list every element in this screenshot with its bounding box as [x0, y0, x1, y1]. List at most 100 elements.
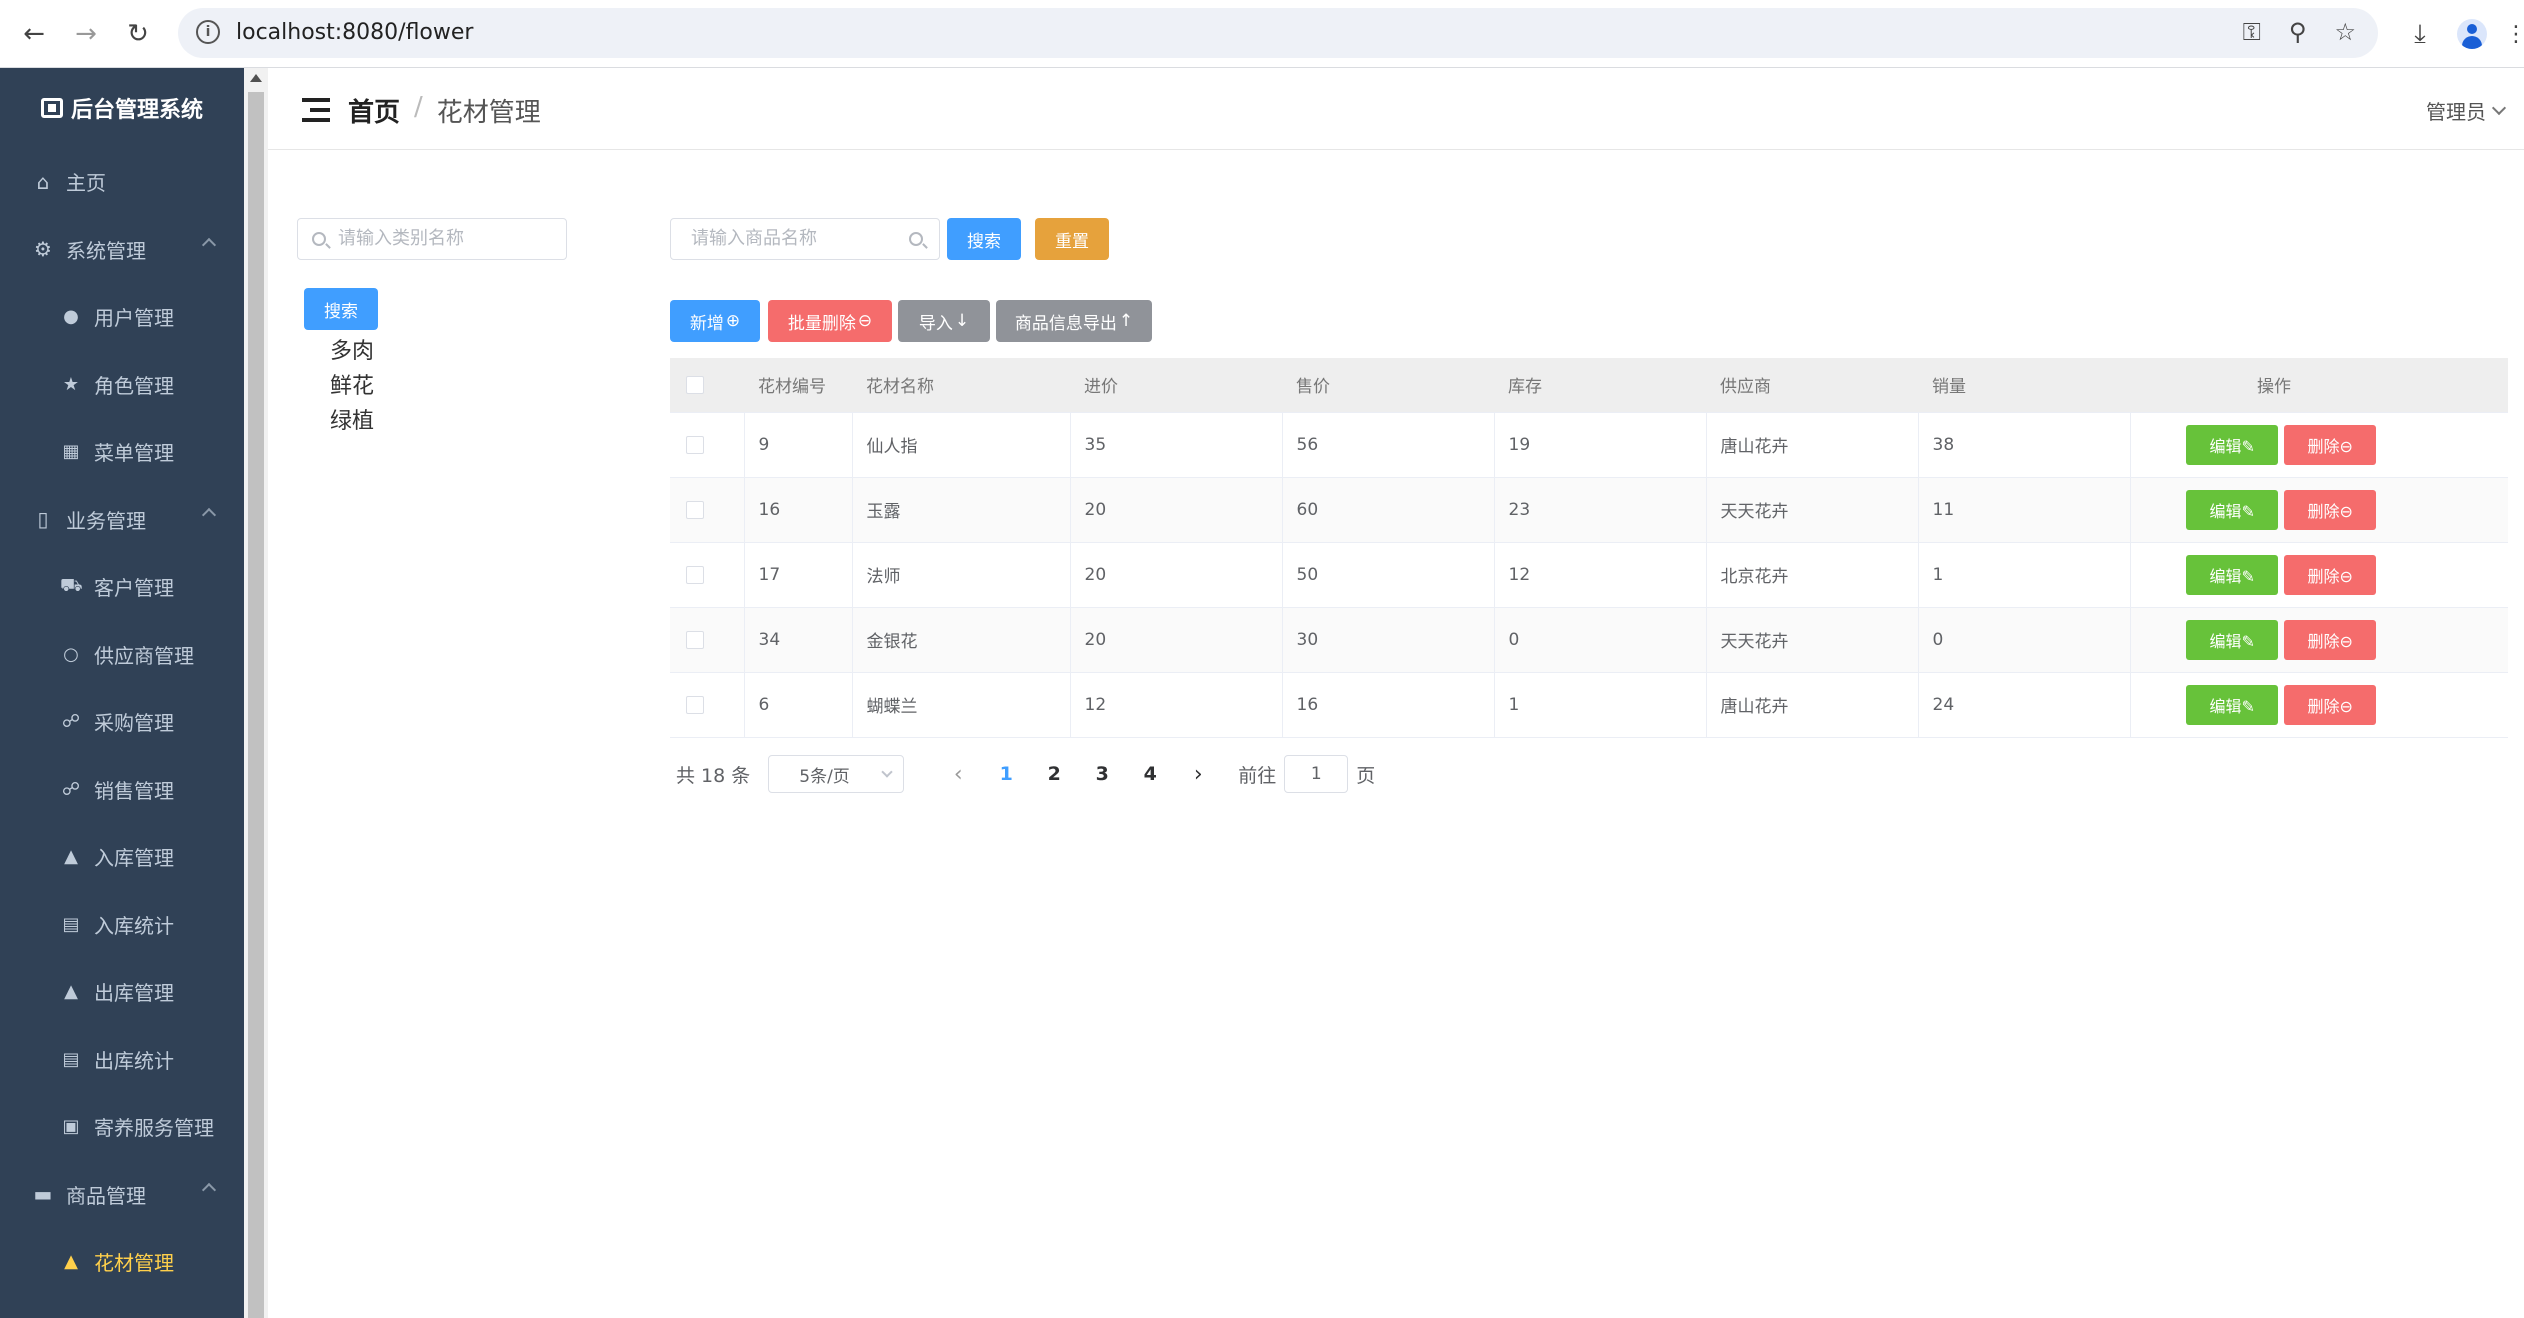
column-header: 库存	[1494, 358, 1706, 413]
row-checkbox[interactable]	[686, 630, 704, 649]
circle-minus-icon: ⊖	[2339, 501, 2353, 521]
address-bar[interactable]: i localhost:8080/flower ⚿ ⚲ ☆	[178, 8, 2378, 58]
batch-delete-button[interactable]: 批量删除 ⊖	[768, 300, 892, 342]
table-cell: 34	[744, 607, 853, 673]
column-header: 进价	[1070, 358, 1282, 413]
add-button-label: 新增	[689, 313, 724, 334]
delete-button[interactable]: 删除⊖	[2284, 489, 2377, 530]
table-cell: 0	[1918, 607, 2131, 673]
prev-page-icon[interactable]: ‹	[934, 762, 982, 787]
sidebar-group-business[interactable]: ▯ 业务管理	[0, 486, 244, 554]
sidebar-scrollbar[interactable]	[244, 68, 268, 1318]
delete-button[interactable]: 删除⊖	[2284, 684, 2377, 725]
select-all-checkbox[interactable]	[686, 375, 704, 394]
monitor-icon: ▬	[33, 1182, 53, 1207]
category-item[interactable]: 鲜花	[330, 369, 374, 404]
export-label: 商品信息导出	[1014, 313, 1117, 334]
sidebar-item-stock-out-stats[interactable]: ▤ 出库统计	[0, 1026, 244, 1094]
phone-icon: ▯	[37, 507, 49, 532]
category-item[interactable]: 多肉	[330, 334, 374, 369]
table-cell: 法师	[852, 542, 1071, 608]
delete-button[interactable]: 删除⊖	[2284, 619, 2377, 660]
reset-button[interactable]: 重置	[1035, 218, 1109, 260]
sidebar-item-stock-out[interactable]: ▲ 出库管理	[0, 958, 244, 1026]
page-size-select[interactable]: 5条/页	[768, 755, 905, 793]
edit-label: 编辑	[2209, 566, 2242, 586]
forward-arrow-icon[interactable]: →	[66, 14, 106, 54]
category-search-button[interactable]: 搜索	[304, 288, 378, 330]
chevron-up-icon	[201, 237, 217, 252]
breadcrumb: 首页 / 花材管理	[348, 92, 541, 129]
category-search-input[interactable]	[338, 228, 548, 249]
category-item[interactable]: 绿植	[330, 404, 374, 439]
product-search-field[interactable]	[670, 218, 940, 260]
breadcrumb-home[interactable]: 首页	[348, 92, 400, 129]
delete-button[interactable]: 删除⊖	[2284, 424, 2377, 465]
key-icon[interactable]: ⚿	[2243, 18, 2261, 46]
table-row: 9 仙人指 35 56 19 唐山花卉 38 编辑✎ 删除⊖	[670, 412, 2508, 478]
page-number[interactable]: 1	[982, 763, 1030, 785]
back-arrow-icon[interactable]: ←	[14, 14, 54, 54]
sidebar-item-customers[interactable]: ⛟ 客户管理	[0, 553, 244, 621]
sidebar-item-foster-service[interactable]: ▣ 寄养服务管理	[0, 1093, 244, 1161]
search-button[interactable]: 搜索	[947, 218, 1021, 260]
site-info-icon[interactable]: i	[196, 20, 220, 44]
menu-toggle-icon[interactable]	[302, 98, 330, 122]
user-dropdown[interactable]: 管理员	[2426, 96, 2507, 125]
sidebar-group-goods[interactable]: ▬ 商品管理	[0, 1161, 244, 1229]
add-button[interactable]: 新增 ⊕	[670, 300, 760, 342]
delete-label: 删除	[2307, 696, 2340, 716]
url-text[interactable]: localhost:8080/flower	[236, 20, 473, 45]
row-checkbox[interactable]	[686, 500, 704, 519]
gear-icon: ⚙	[34, 237, 52, 262]
sidebar-group-system[interactable]: ⚙ 系统管理	[0, 216, 244, 284]
reload-icon[interactable]: ↻	[118, 14, 158, 54]
page-number[interactable]: 2	[1030, 763, 1078, 785]
delete-button[interactable]: 删除⊖	[2284, 554, 2377, 595]
edit-button[interactable]: 编辑✎	[2186, 619, 2279, 660]
import-button[interactable]: 导入 ↓	[898, 300, 990, 342]
sidebar-item-users[interactable]: ● 用户管理	[0, 283, 244, 351]
row-select-cell	[670, 672, 745, 738]
table-cell: 16	[1282, 672, 1495, 738]
sidebar-item-purchase[interactable]: ☍ 采购管理	[0, 688, 244, 756]
more-menu-icon[interactable]: ⋮	[2496, 14, 2524, 54]
edit-button[interactable]: 编辑✎	[2186, 554, 2279, 595]
edit-label: 编辑	[2209, 631, 2242, 651]
page-number[interactable]: 3	[1078, 763, 1126, 785]
page-number[interactable]: 4	[1126, 763, 1174, 785]
download-icon[interactable]: ⤓	[2400, 14, 2440, 54]
zoom-icon[interactable]: ⚲	[2289, 18, 2307, 46]
sidebar-item-suppliers[interactable]: ○ 供应商管理	[0, 621, 244, 689]
edit-button[interactable]: 编辑✎	[2186, 489, 2279, 530]
table-row: 34 金银花 20 30 0 天天花卉 0 编辑✎ 删除⊖	[670, 607, 2508, 673]
row-checkbox[interactable]	[686, 565, 704, 584]
goto-page-input[interactable]: 1	[1284, 755, 1349, 793]
import-label: 导入	[918, 313, 953, 334]
sidebar-item-label: 角色管理	[94, 373, 174, 398]
row-checkbox[interactable]	[686, 695, 704, 714]
delete-label: 删除	[2307, 501, 2340, 521]
scrollbar-thumb[interactable]	[248, 92, 264, 1318]
sidebar-item-label: 采购管理	[94, 711, 174, 736]
sidebar-item-flowers[interactable]: ▲ 花材管理	[0, 1228, 244, 1296]
arrow-down-icon: ↓	[954, 311, 970, 331]
bookmark-star-icon[interactable]: ☆	[2334, 18, 2356, 46]
sidebar-item-sales[interactable]: ☍ 销售管理	[0, 756, 244, 824]
category-search-field[interactable]	[297, 218, 567, 260]
scroll-up-arrow-icon[interactable]	[250, 74, 262, 82]
row-checkbox[interactable]	[686, 435, 704, 454]
product-search-input[interactable]	[691, 228, 901, 249]
sidebar-item-roles[interactable]: ★ 角色管理	[0, 351, 244, 419]
sidebar-item-home[interactable]: ⌂ 主页	[0, 148, 244, 216]
sidebar-item-stock-in[interactable]: ▲ 入库管理	[0, 823, 244, 891]
table-row: 17 法师 20 50 12 北京花卉 1 编辑✎ 删除⊖	[670, 542, 2508, 608]
row-actions: 编辑✎ 删除⊖	[2130, 607, 2508, 673]
edit-button[interactable]: 编辑✎	[2186, 424, 2279, 465]
sidebar-item-stock-in-stats[interactable]: ▤ 入库统计	[0, 891, 244, 959]
sidebar-item-menus[interactable]: ▦ 菜单管理	[0, 418, 244, 486]
edit-button[interactable]: 编辑✎	[2186, 684, 2279, 725]
next-page-icon[interactable]: ›	[1174, 762, 1222, 787]
profile-avatar[interactable]	[2452, 14, 2492, 54]
export-button[interactable]: 商品信息导出 ↑	[996, 300, 1152, 342]
